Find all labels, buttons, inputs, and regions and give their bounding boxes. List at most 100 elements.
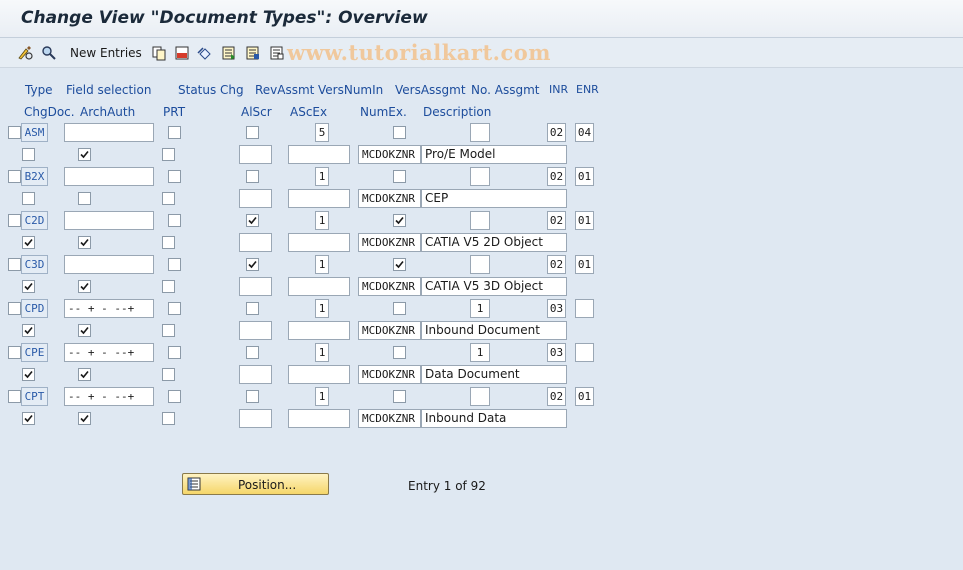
no-assgmt-input[interactable]: 1 bbox=[470, 343, 490, 362]
type-cell[interactable]: ASM bbox=[21, 123, 48, 142]
description-input[interactable]: Inbound Document bbox=[421, 321, 567, 340]
arch-auth-checkbox[interactable] bbox=[78, 148, 91, 161]
display-icon[interactable] bbox=[40, 44, 57, 61]
type-cell[interactable]: B2X bbox=[21, 167, 48, 186]
vers-assgmt-checkbox[interactable] bbox=[393, 258, 406, 271]
status-chg-checkbox[interactable] bbox=[168, 302, 181, 315]
delete-icon[interactable] bbox=[173, 44, 190, 61]
al-scr-input[interactable] bbox=[239, 365, 272, 384]
prt-checkbox[interactable] bbox=[162, 412, 175, 425]
al-scr-input[interactable] bbox=[239, 189, 272, 208]
type-cell[interactable]: CPD bbox=[21, 299, 48, 318]
prt-checkbox[interactable] bbox=[162, 236, 175, 249]
new-entries-button[interactable]: New Entries bbox=[70, 46, 142, 60]
no-assgmt-input[interactable] bbox=[470, 123, 490, 142]
description-input[interactable]: Pro/E Model bbox=[421, 145, 567, 164]
vers-num-in-input[interactable]: 1 bbox=[315, 343, 329, 362]
type-cell[interactable]: C3D bbox=[21, 255, 48, 274]
rev-assmt-checkbox[interactable] bbox=[246, 126, 259, 139]
row-select-checkbox[interactable] bbox=[8, 170, 21, 183]
al-scr-input[interactable] bbox=[239, 145, 272, 164]
num-ex-input[interactable]: MCDOKZNR bbox=[358, 365, 421, 384]
al-scr-input[interactable] bbox=[239, 409, 272, 428]
vers-assgmt-checkbox[interactable] bbox=[393, 214, 406, 227]
vers-assgmt-checkbox[interactable] bbox=[393, 170, 406, 183]
vers-assgmt-checkbox[interactable] bbox=[393, 390, 406, 403]
asc-ex-input[interactable] bbox=[288, 321, 350, 340]
vers-num-in-input[interactable]: 1 bbox=[315, 387, 329, 406]
num-ex-input[interactable]: MCDOKZNR bbox=[358, 145, 421, 164]
status-chg-checkbox[interactable] bbox=[168, 126, 181, 139]
inr-input[interactable]: 02 bbox=[547, 387, 566, 406]
asc-ex-input[interactable] bbox=[288, 409, 350, 428]
vers-assgmt-checkbox[interactable] bbox=[393, 302, 406, 315]
arch-auth-checkbox[interactable] bbox=[78, 236, 91, 249]
arch-auth-checkbox[interactable] bbox=[78, 368, 91, 381]
vers-assgmt-checkbox[interactable] bbox=[393, 126, 406, 139]
enr-input[interactable] bbox=[575, 299, 594, 318]
num-ex-input[interactable]: MCDOKZNR bbox=[358, 189, 421, 208]
status-chg-checkbox[interactable] bbox=[168, 346, 181, 359]
no-assgmt-input[interactable] bbox=[470, 255, 490, 274]
al-scr-input[interactable] bbox=[239, 321, 272, 340]
asc-ex-input[interactable] bbox=[288, 365, 350, 384]
vers-num-in-input[interactable]: 1 bbox=[315, 299, 329, 318]
field-selection-input[interactable] bbox=[64, 167, 154, 186]
no-assgmt-input[interactable] bbox=[470, 387, 490, 406]
vers-num-in-input[interactable]: 1 bbox=[315, 167, 329, 186]
inr-input[interactable]: 02 bbox=[547, 123, 566, 142]
vers-num-in-input[interactable]: 1 bbox=[315, 211, 329, 230]
select-block-icon[interactable] bbox=[244, 44, 261, 61]
field-selection-input[interactable]: -- + - --+ bbox=[64, 299, 154, 318]
enr-input[interactable]: 01 bbox=[575, 387, 594, 406]
undo-icon[interactable] bbox=[196, 44, 213, 61]
arch-auth-checkbox[interactable] bbox=[78, 192, 91, 205]
enr-input[interactable]: 01 bbox=[575, 211, 594, 230]
enr-input[interactable]: 01 bbox=[575, 255, 594, 274]
inr-input[interactable]: 02 bbox=[547, 211, 566, 230]
inr-input[interactable]: 02 bbox=[547, 167, 566, 186]
asc-ex-input[interactable] bbox=[288, 145, 350, 164]
select-all-icon[interactable] bbox=[220, 44, 237, 61]
rev-assmt-checkbox[interactable] bbox=[246, 214, 259, 227]
no-assgmt-input[interactable]: 1 bbox=[470, 299, 490, 318]
status-chg-checkbox[interactable] bbox=[168, 258, 181, 271]
no-assgmt-input[interactable] bbox=[470, 211, 490, 230]
asc-ex-input[interactable] bbox=[288, 233, 350, 252]
position-button[interactable]: Position... bbox=[182, 473, 329, 495]
asc-ex-input[interactable] bbox=[288, 277, 350, 296]
status-chg-checkbox[interactable] bbox=[168, 390, 181, 403]
prt-checkbox[interactable] bbox=[162, 148, 175, 161]
chg-doc-checkbox[interactable] bbox=[22, 236, 35, 249]
enr-input[interactable]: 04 bbox=[575, 123, 594, 142]
row-select-checkbox[interactable] bbox=[8, 346, 21, 359]
inr-input[interactable]: 03 bbox=[547, 343, 566, 362]
description-input[interactable]: CATIA V5 2D Object bbox=[421, 233, 567, 252]
prt-checkbox[interactable] bbox=[162, 192, 175, 205]
row-select-checkbox[interactable] bbox=[8, 214, 21, 227]
row-select-checkbox[interactable] bbox=[8, 390, 21, 403]
field-selection-input[interactable] bbox=[64, 211, 154, 230]
rev-assmt-checkbox[interactable] bbox=[246, 258, 259, 271]
rev-assmt-checkbox[interactable] bbox=[246, 170, 259, 183]
chg-doc-checkbox[interactable] bbox=[22, 368, 35, 381]
rev-assmt-checkbox[interactable] bbox=[246, 346, 259, 359]
field-selection-input[interactable]: -- + - --+ bbox=[64, 343, 154, 362]
prt-checkbox[interactable] bbox=[162, 280, 175, 293]
chg-doc-checkbox[interactable] bbox=[22, 192, 35, 205]
vers-num-in-input[interactable]: 5 bbox=[315, 123, 329, 142]
al-scr-input[interactable] bbox=[239, 233, 272, 252]
row-select-checkbox[interactable] bbox=[8, 258, 21, 271]
chg-doc-checkbox[interactable] bbox=[22, 412, 35, 425]
type-cell[interactable]: CPT bbox=[21, 387, 48, 406]
arch-auth-checkbox[interactable] bbox=[78, 280, 91, 293]
vers-assgmt-checkbox[interactable] bbox=[393, 346, 406, 359]
num-ex-input[interactable]: MCDOKZNR bbox=[358, 233, 421, 252]
field-selection-input[interactable] bbox=[64, 255, 154, 274]
deselect-icon[interactable] bbox=[268, 44, 285, 61]
chg-doc-checkbox[interactable] bbox=[22, 148, 35, 161]
arch-auth-checkbox[interactable] bbox=[78, 412, 91, 425]
inr-input[interactable]: 03 bbox=[547, 299, 566, 318]
num-ex-input[interactable]: MCDOKZNR bbox=[358, 321, 421, 340]
status-chg-checkbox[interactable] bbox=[168, 214, 181, 227]
